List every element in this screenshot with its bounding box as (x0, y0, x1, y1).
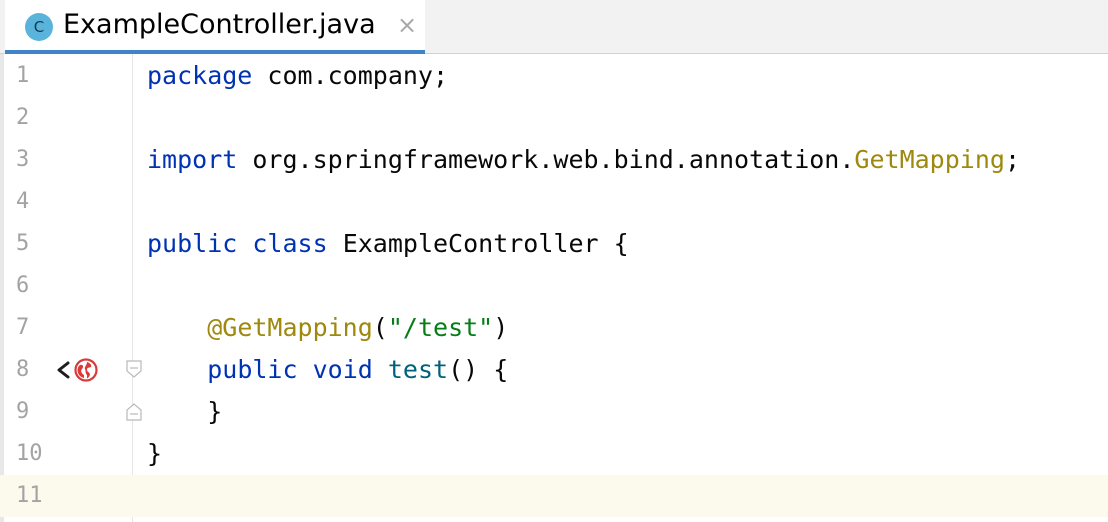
code-line[interactable]: 3 import org.springframework.web.bind.ann… (0, 139, 1108, 181)
endpoint-navigation-icon[interactable] (54, 360, 74, 380)
line-number: 4 (16, 189, 30, 214)
line-number: 1 (16, 63, 30, 88)
line-number: 3 (16, 147, 30, 172)
code-text[interactable]: @GetMapping("/test") (147, 307, 508, 349)
line-number: 8 (16, 357, 30, 382)
code-token: package (147, 61, 253, 90)
code-editor[interactable]: 1 package com.company; 2 3 import org.spring… (0, 54, 1108, 522)
code-line[interactable]: 2 (0, 97, 1108, 139)
close-icon[interactable]: × (397, 11, 417, 39)
editor-tab-bar: C ExampleController.java × (0, 0, 1108, 54)
code-token: GetMapping (854, 145, 1005, 174)
line-number: 6 (16, 273, 30, 298)
code-text[interactable]: import org.springframework.web.bind.anno… (147, 139, 1020, 181)
code-text[interactable]: package com.company; (147, 55, 448, 97)
code-line[interactable]: 9 } (0, 391, 1108, 433)
code-token: void (312, 355, 373, 384)
code-line[interactable]: 5 public class ExampleController { (0, 223, 1108, 265)
line-number: 7 (16, 315, 30, 340)
java-class-icon: C (25, 13, 53, 41)
line-number: 5 (16, 231, 30, 256)
line-number: 10 (16, 441, 43, 466)
code-token: public (147, 229, 238, 258)
tab-example-controller[interactable]: C ExampleController.java × (5, 0, 425, 54)
code-token: } (147, 397, 223, 426)
code-line[interactable]: 8 public void test() { (0, 349, 1108, 391)
web-globe-icon[interactable] (74, 358, 98, 382)
code-line[interactable]: 4 (0, 181, 1108, 223)
tab-title: ExampleController.java (63, 9, 376, 40)
code-token: () { (448, 355, 509, 384)
code-token: ; (1004, 145, 1020, 174)
code-token: class (252, 229, 328, 258)
code-token: ( (372, 313, 388, 342)
code-token: @GetMapping (207, 313, 373, 342)
code-text[interactable]: public void test() { (147, 349, 508, 391)
code-token: test (387, 355, 449, 384)
code-line[interactable]: 7 @GetMapping("/test") (0, 307, 1108, 349)
code-line[interactable]: 6 (0, 265, 1108, 307)
code-line[interactable]: 1 package com.company; (0, 55, 1108, 97)
code-text[interactable]: } (147, 391, 222, 433)
line-number: 2 (16, 105, 30, 130)
fold-end-icon[interactable] (126, 403, 142, 421)
code-token: import (147, 145, 238, 174)
code-token: "/test" (387, 313, 494, 342)
code-token: ) (493, 313, 509, 342)
line-number: 9 (16, 399, 30, 424)
code-token: ExampleController { (327, 229, 629, 258)
fold-start-icon[interactable] (126, 360, 142, 378)
code-text[interactable]: } (147, 433, 162, 475)
code-token: } (147, 439, 163, 468)
code-token: public (207, 355, 298, 384)
code-token: com.company; (252, 61, 449, 90)
code-line[interactable]: 11 (0, 475, 1108, 517)
code-text[interactable]: public class ExampleController { (147, 223, 629, 265)
line-number: 11 (16, 483, 43, 508)
code-line[interactable]: 10} (0, 433, 1108, 475)
code-token: org.springframework.web.bind.annotation. (237, 145, 855, 174)
